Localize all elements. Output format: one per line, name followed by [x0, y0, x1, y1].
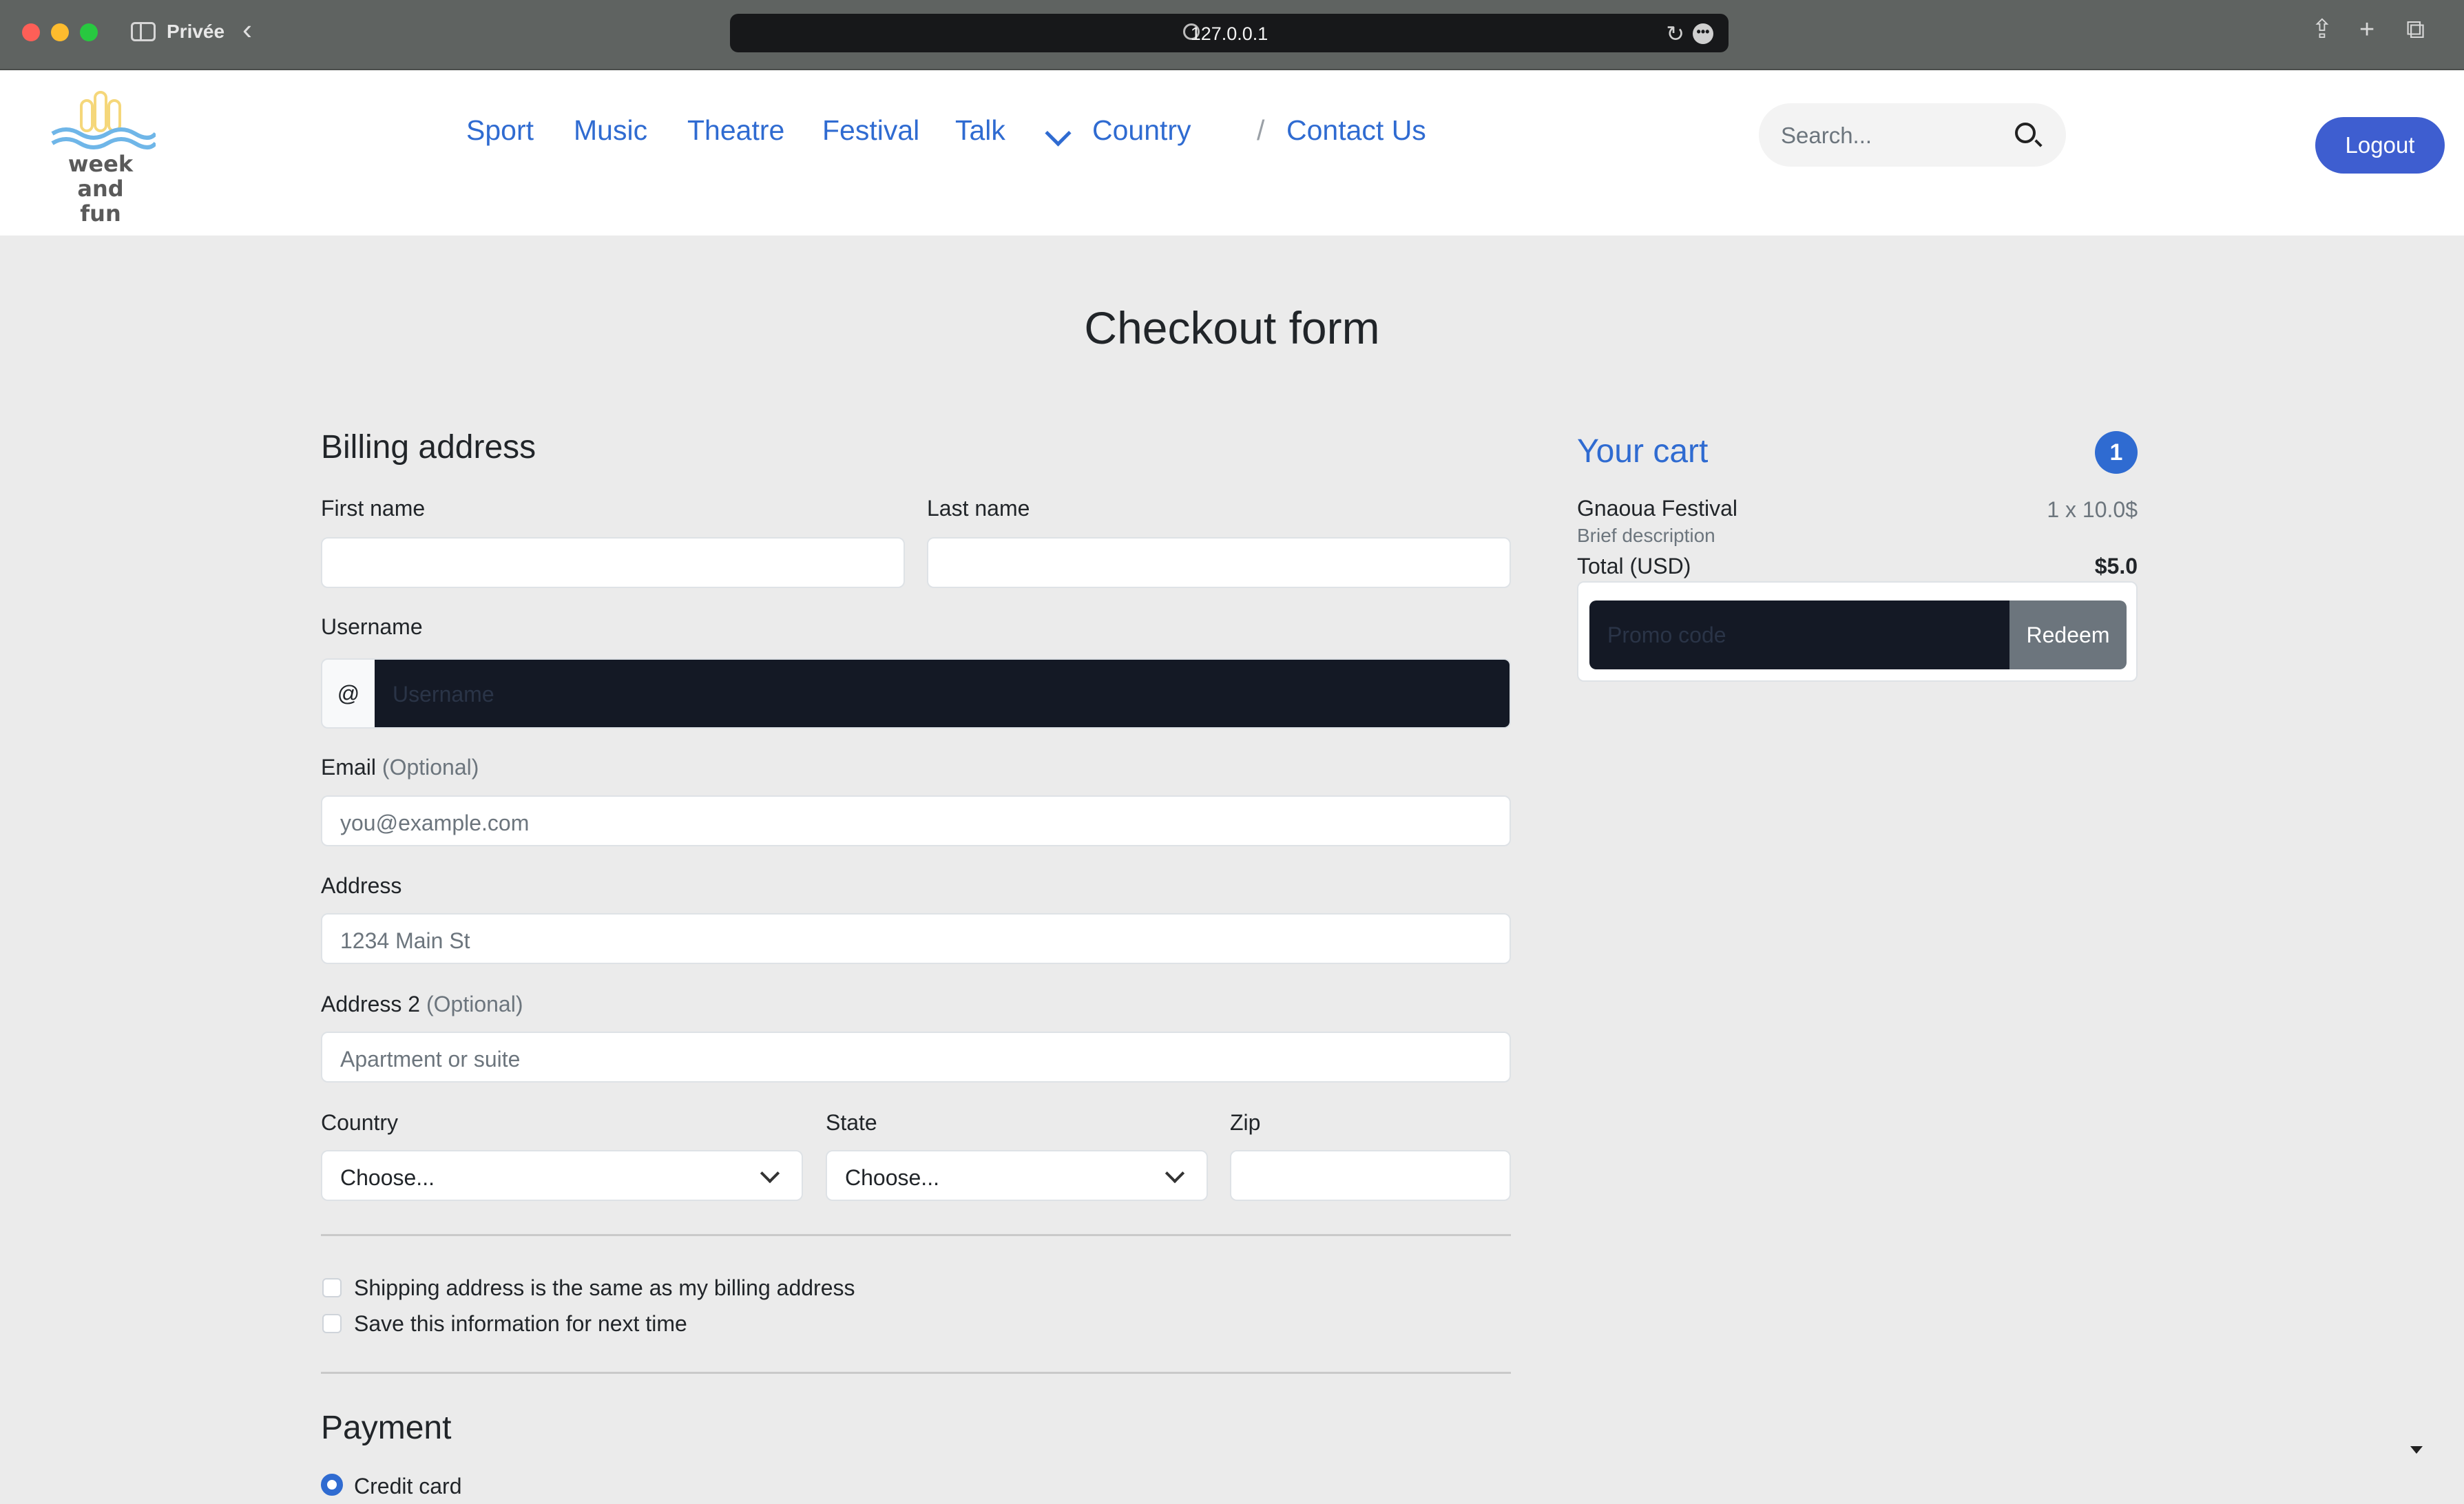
- email-label: Email (Optional): [321, 755, 479, 780]
- email-optional-hint: (Optional): [382, 755, 479, 780]
- close-window-button[interactable]: [22, 23, 40, 41]
- nav-link-festival[interactable]: Festival: [822, 114, 919, 147]
- chevron-down-icon[interactable]: [1045, 120, 1072, 147]
- chevron-down-icon: [760, 1163, 780, 1184]
- username-placeholder: Username: [393, 682, 494, 707]
- first-name-label: First name: [321, 496, 426, 521]
- address-field[interactable]: 1234 Main St: [321, 913, 1511, 964]
- state-label: State: [826, 1110, 877, 1135]
- nav-dropdown-country[interactable]: Country: [1092, 114, 1191, 147]
- logo-text-line1: week and: [67, 151, 134, 202]
- email-field[interactable]: you@example.com: [321, 795, 1511, 846]
- nav-link-theatre[interactable]: Theatre: [687, 114, 784, 147]
- nav-link-sport[interactable]: Sport: [466, 114, 534, 147]
- search-input[interactable]: Search...: [1759, 103, 2066, 167]
- username-field[interactable]: Username: [375, 658, 1511, 729]
- cart-item-name: Gnaoua Festival: [1577, 496, 1738, 521]
- last-name-label: Last name: [927, 496, 1030, 521]
- page-title: Checkout form: [1084, 302, 1380, 353]
- promo-code-placeholder: Promo code: [1607, 623, 1726, 647]
- state-select[interactable]: Choose...: [826, 1150, 1208, 1201]
- zip-field[interactable]: [1230, 1150, 1511, 1201]
- sidebar-toggle-icon[interactable]: [131, 22, 156, 41]
- redeem-button[interactable]: Redeem: [2009, 600, 2127, 669]
- save-info-label: Save this information for next time: [354, 1311, 687, 1336]
- country-select-value: Choose...: [340, 1165, 435, 1190]
- site-logo[interactable]: week and fun: [45, 85, 158, 226]
- logo-wave-icon: [51, 91, 158, 149]
- share-icon[interactable]: ⇪: [2311, 17, 2333, 43]
- address2-label: Address 2 (Optional): [321, 992, 523, 1016]
- address2-placeholder: Apartment or suite: [340, 1047, 521, 1072]
- chevron-down-icon: [1165, 1163, 1185, 1184]
- credit-card-label: Credit card: [354, 1474, 462, 1498]
- nav-separator: /: [1257, 114, 1265, 146]
- more-options-icon[interactable]: •••: [1693, 23, 1713, 44]
- first-name-field[interactable]: [321, 537, 905, 588]
- nav-link-talk[interactable]: Talk: [955, 114, 1005, 147]
- country-select[interactable]: Choose...: [321, 1150, 803, 1201]
- billing-heading: Billing address: [321, 429, 536, 466]
- username-label: Username: [321, 614, 423, 639]
- cart-count-badge: 1: [2095, 431, 2138, 474]
- save-info-checkbox[interactable]: [322, 1314, 342, 1333]
- cart-title: Your cart: [1577, 433, 1709, 470]
- email-placeholder: you@example.com: [340, 811, 530, 835]
- cart-item-price: 1 x 10.0$: [2047, 497, 2138, 522]
- logout-button[interactable]: Logout: [2315, 117, 2445, 174]
- divider: [321, 1234, 1511, 1236]
- address-placeholder: 1234 Main St: [340, 928, 470, 953]
- minimize-window-button[interactable]: [51, 23, 69, 41]
- reload-icon[interactable]: ↻: [1666, 21, 1684, 47]
- site-navbar: week and fun Sport Music Theatre Festiva…: [0, 70, 2464, 236]
- cart-total-label: Total (USD): [1577, 554, 1691, 578]
- address-label: Address: [321, 873, 402, 898]
- url-text: 127.0.0.1: [1190, 23, 1268, 44]
- cart-total-value: $5.0: [2094, 554, 2138, 578]
- same-address-checkbox[interactable]: [322, 1278, 342, 1297]
- country-label: Country: [321, 1110, 399, 1135]
- nav-link-music[interactable]: Music: [574, 114, 647, 147]
- zip-label: Zip: [1230, 1110, 1261, 1135]
- address-bar[interactable]: 127.0.0.1 ↻ •••: [730, 14, 1729, 52]
- tab-overview-icon[interactable]: ⧉: [2406, 17, 2425, 43]
- state-select-value: Choose...: [845, 1165, 939, 1190]
- search-icon[interactable]: [2015, 123, 2036, 143]
- credit-card-radio[interactable]: [321, 1474, 343, 1496]
- payment-heading: Payment: [321, 1410, 452, 1446]
- divider: [321, 1372, 1511, 1374]
- back-chevron-icon[interactable]: ‹: [242, 15, 252, 44]
- address2-field[interactable]: Apartment or suite: [321, 1032, 1511, 1083]
- new-tab-icon[interactable]: +: [2359, 17, 2374, 43]
- cart-item-description: Brief description: [1577, 525, 1715, 546]
- nav-link-contact[interactable]: Contact Us: [1286, 114, 1426, 147]
- private-mode-label: Privée: [167, 21, 225, 42]
- logo-text-line2: fun: [80, 200, 121, 227]
- search-placeholder: Search...: [1781, 123, 1872, 148]
- username-prefix: @: [321, 658, 376, 729]
- browser-toolbar: Privée ‹ 127.0.0.1 ↻ ••• ⇪ + ⧉: [0, 0, 2464, 70]
- address2-optional-hint: (Optional): [426, 992, 523, 1016]
- same-address-label: Shipping address is the same as my billi…: [354, 1275, 855, 1300]
- last-name-field[interactable]: [927, 537, 1511, 588]
- scroll-down-icon[interactable]: [2410, 1446, 2423, 1454]
- promo-code-input[interactable]: Promo code: [1589, 600, 2009, 669]
- promo-code-form: Promo code Redeem: [1577, 581, 2138, 682]
- zoom-window-button[interactable]: [80, 23, 98, 41]
